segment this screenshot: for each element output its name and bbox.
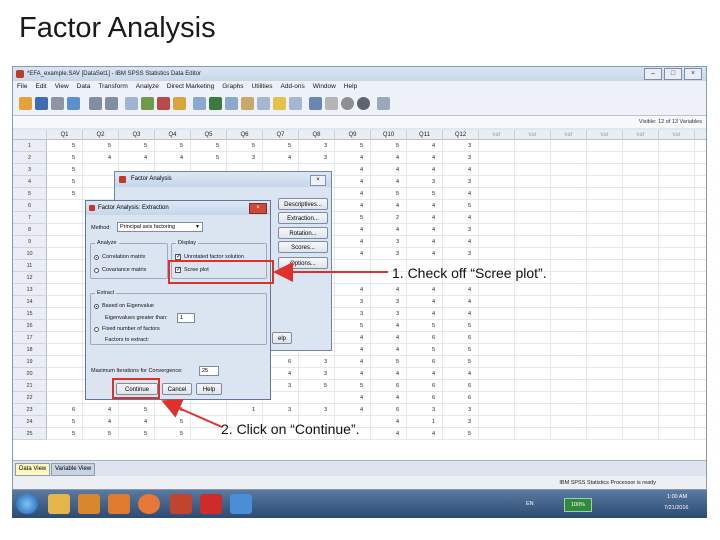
language-indicator[interactable]: EN: [526, 501, 534, 507]
powerpoint-icon[interactable]: [108, 494, 130, 514]
clock-date[interactable]: 7/21/2016: [664, 505, 688, 511]
windows-taskbar: EN 100% 1:00 AM 7/21/2016: [12, 490, 707, 518]
publisher-icon[interactable]: [170, 494, 192, 514]
clock-time[interactable]: 1:00 AM: [667, 494, 687, 500]
acrobat-icon[interactable]: [200, 494, 222, 514]
explorer-icon[interactable]: [48, 494, 70, 514]
step2-callout: 2. Click on “Continue”.: [221, 421, 360, 437]
step1-callout: 1. Check off “Scree plot”.: [392, 265, 547, 281]
arrow-to-continue: [161, 399, 223, 428]
spss-taskbar-icon[interactable]: [230, 494, 252, 514]
media-player-icon[interactable]: [78, 494, 100, 514]
firefox-icon[interactable]: [138, 494, 160, 514]
annotation-arrows: [161, 262, 388, 428]
start-button-icon[interactable]: [16, 494, 38, 514]
zoom-badge: 100%: [564, 498, 592, 512]
